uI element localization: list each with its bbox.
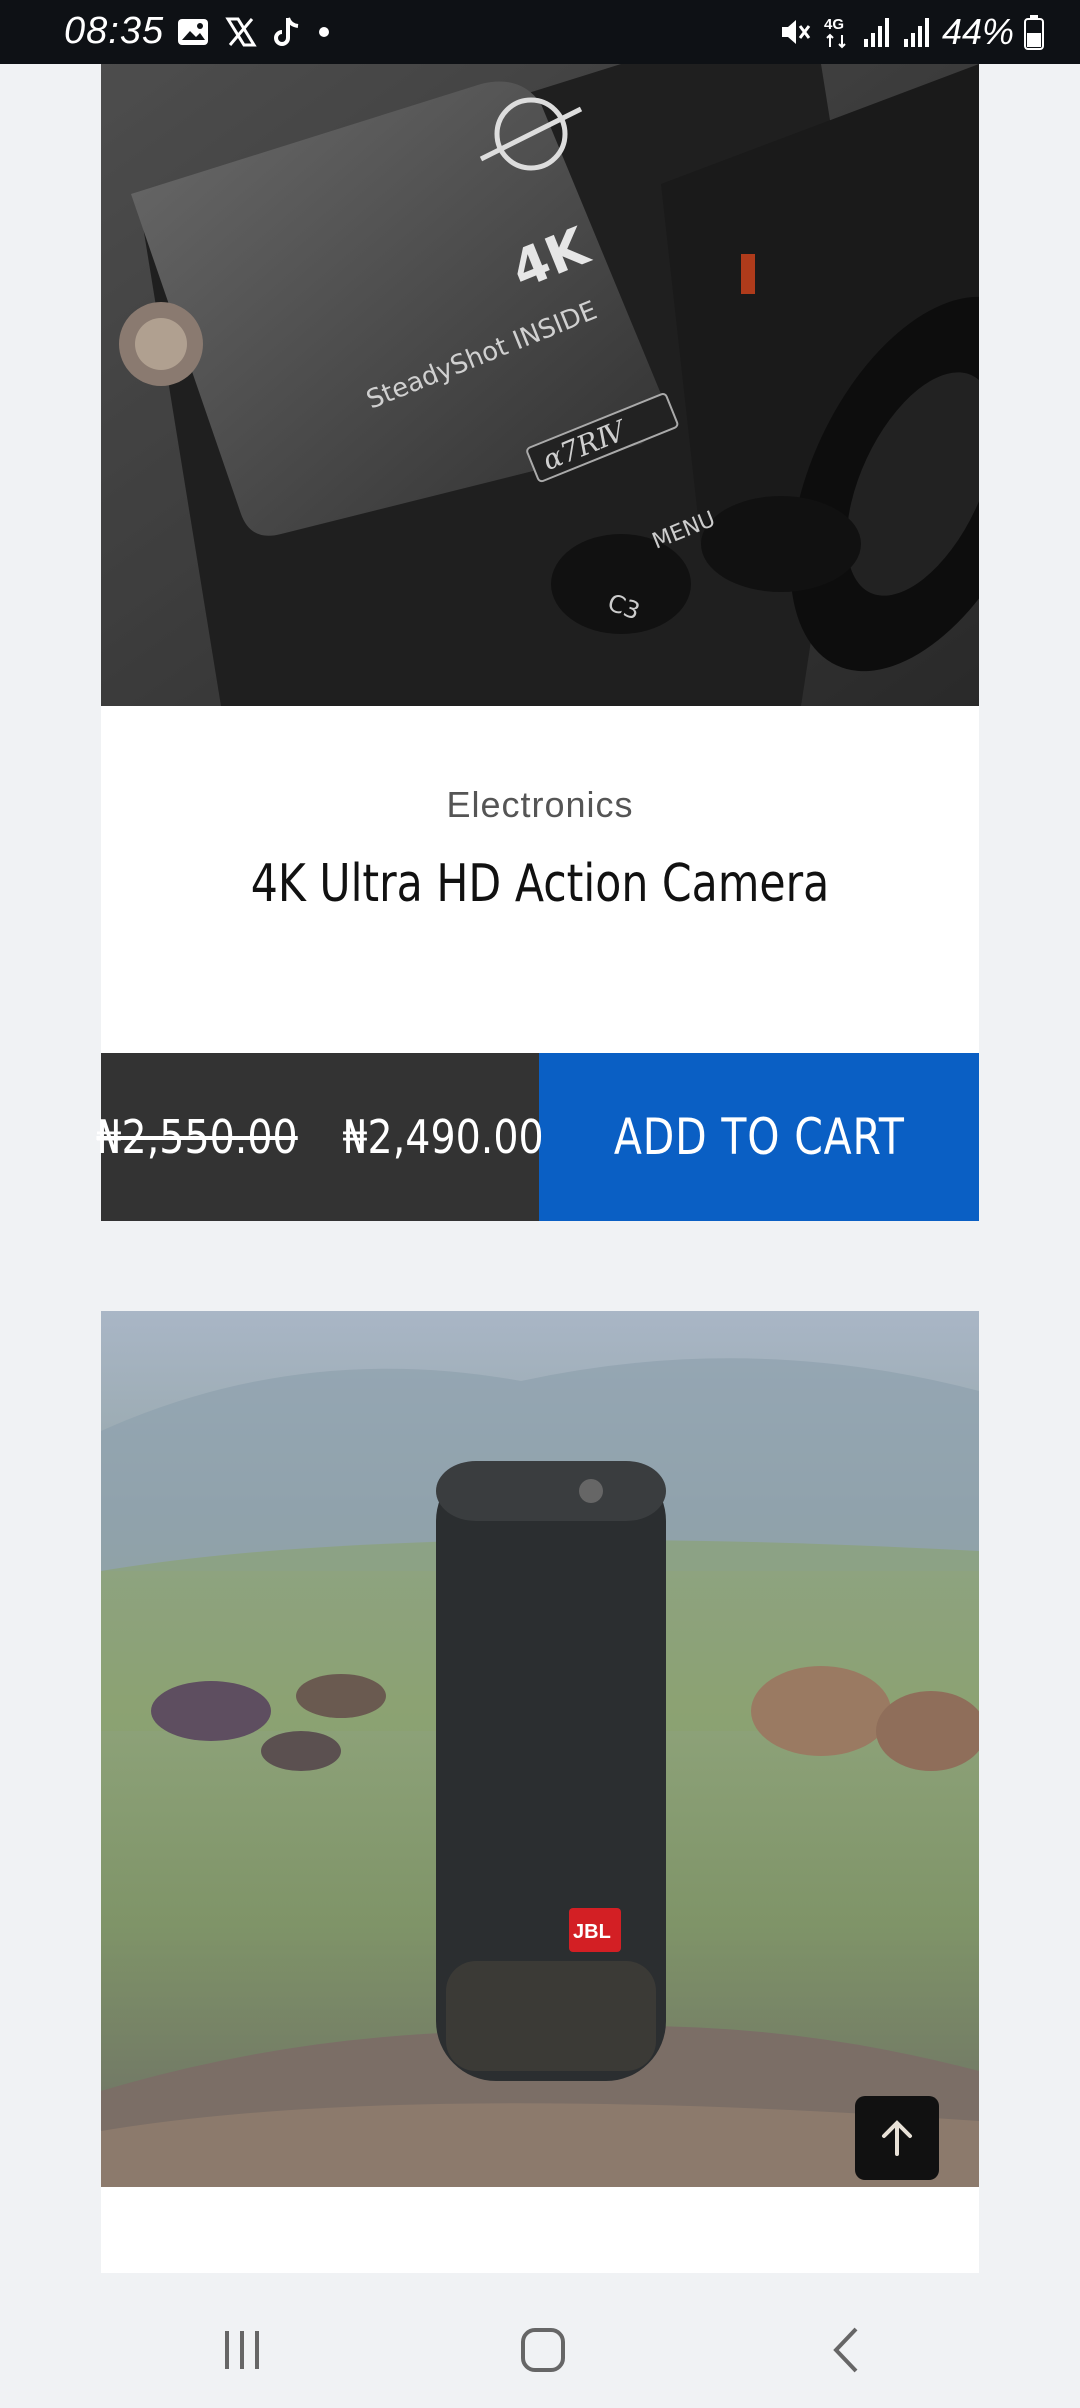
product-image-speaker[interactable]: JBL [101,1311,979,2187]
product-card: JBL [101,1311,979,2273]
status-time: 08:35 [64,10,165,52]
system-nav-bar [0,2290,1080,2408]
product-price: ₦2,550.00 ₦2,490.00 [96,1053,544,1221]
product-card: 4K SteadyShot INSIDE α7RⅣ MENU C3 Electr… [96,64,979,1221]
battery-percent: 44% [941,11,1014,52]
product-title[interactable]: 4K Ultra HD Action Camera [180,854,900,914]
home-icon [521,2328,565,2372]
4g-icon: 4G [824,16,846,49]
svg-text:4G: 4G [824,16,844,33]
back-icon [833,2327,858,2373]
signal-icon [903,18,929,47]
status-right-icons: 4G 44% [778,11,1044,52]
signal-icon [863,18,889,47]
product-category[interactable]: Electronics [101,784,979,826]
status-bar: 08:35 4G 44% [0,0,1080,64]
battery-icon [1024,15,1044,50]
product-image-camera[interactable]: 4K SteadyShot INSIDE α7RⅣ MENU C3 [101,64,979,706]
status-left-icons [176,14,332,50]
sale-price: ₦2,490.00 [342,1110,544,1164]
arrow-up-icon [882,2120,912,2156]
recent-apps-button[interactable] [202,2318,282,2382]
svg-text:JBL: JBL [573,1921,611,1943]
x-icon [225,17,257,47]
mute-icon [781,20,811,44]
dot-icon [319,27,329,37]
recent-apps-icon [225,2331,259,2369]
add-to-cart-button[interactable]: ADD TO CART [539,1053,979,1221]
back-button[interactable] [807,2318,887,2382]
home-button[interactable] [503,2318,583,2382]
old-price: ₦2,550.00 [96,1110,298,1164]
gallery-icon [178,19,208,45]
tiktok-icon [274,17,299,46]
add-to-cart-label: ADD TO CART [613,1108,905,1166]
product-price-bar: ₦2,550.00 ₦2,490.00 ADD TO CART [96,1053,979,1221]
scroll-to-top-button[interactable] [855,2096,939,2180]
